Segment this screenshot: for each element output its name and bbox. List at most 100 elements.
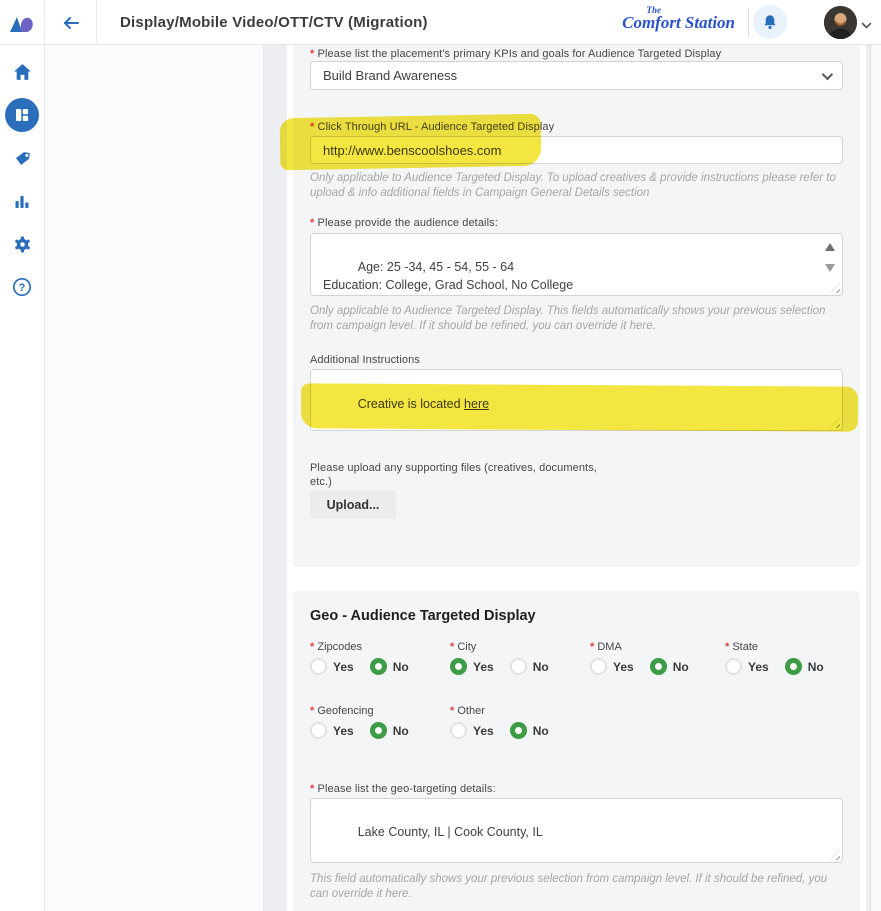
radio-dma-yes[interactable] [590,658,607,675]
audience-label: Please provide the audience details: [310,217,498,229]
geo-group-label: City [450,641,590,653]
scroll-down-icon[interactable] [825,264,835,272]
click-url-label: Click Through URL - Audience Targeted Di… [310,121,554,133]
creative-here-link[interactable]: here [464,397,489,411]
geo-group-label: Other [450,705,590,717]
radio-label-yes: Yes [333,724,354,738]
workspace: Please list the placement's primary KPIs… [264,45,881,911]
radio-zipcodes-yes[interactable] [310,658,327,675]
geo-group-state: State Yes No [725,641,877,675]
creative-located-text: Creative is located [358,397,464,411]
sidebar-item-settings[interactable] [5,227,39,261]
geo-details-helper: This field automatically shows your prev… [310,872,843,901]
sidebar-item-reports[interactable] [5,184,39,218]
svg-text:?: ? [19,282,26,294]
radio-label-no: No [533,724,549,738]
sidebar-item-help[interactable]: ? [5,270,39,304]
app-logo-icon [9,12,35,34]
audience-value: Age: 25 -34, 45 - 54, 55 - 64 Education:… [323,260,573,296]
radio-label-no: No [533,660,549,674]
geo-radio-grid: Zipcodes Yes No City Yes [310,641,877,739]
kpi-label: Please list the placement's primary KPIs… [310,48,721,60]
additional-instructions-label: Additional Instructions [310,354,420,366]
right-edge-panel [870,45,881,911]
kpi-select-value: Build Brand Awareness [323,68,457,83]
geo-details-textarea[interactable]: Lake County, IL | Cook County, IL [310,798,843,863]
upload-label: Please upload any supporting files (crea… [310,462,600,489]
geo-group-dma: DMA Yes No [590,641,725,675]
radio-label-yes: Yes [613,660,634,674]
chevron-down-icon [822,68,833,79]
geo-section-title: Geo - Audience Targeted Display [310,608,536,624]
geo-details-label: Please list the geo-targeting details: [310,783,496,795]
geo-group-other: Other Yes No [450,705,590,739]
page-title: Display/Mobile Video/OTT/CTV (Migration) [120,0,428,45]
app-logo[interactable] [0,0,45,45]
geo-group-geofencing: Geofencing Yes No [310,705,450,739]
icon-sidebar: ? [0,45,45,911]
click-url-value: http://www.benscoolshoes.com [323,143,501,158]
upload-button[interactable]: Upload... [310,490,396,519]
header-bar: Display/Mobile Video/OTT/CTV (Migration)… [0,0,881,45]
radio-label-no: No [393,724,409,738]
radio-label-yes: Yes [473,660,494,674]
notifications-bell-icon [761,13,779,32]
additional-instructions-textarea[interactable]: Creative is located here https://lee.bra… [310,369,843,431]
back-arrow-icon [61,14,80,32]
resize-grip-icon[interactable] [830,850,840,860]
header-divider [748,8,749,37]
radio-label-no: No [808,660,824,674]
radio-label-no: No [673,660,689,674]
sidebar-item-tags[interactable] [5,141,39,175]
geo-group-label: State [725,641,877,653]
radio-other-no[interactable] [510,722,527,739]
radio-geofencing-yes[interactable] [310,722,327,739]
bar-chart-icon [13,193,31,210]
click-url-input[interactable]: http://www.benscoolshoes.com [310,136,843,164]
radio-label-yes: Yes [333,660,354,674]
app-window: Display/Mobile Video/OTT/CTV (Migration)… [0,0,881,911]
radio-zipcodes-no[interactable] [370,658,387,675]
section-geo: Geo - Audience Targeted Display Zipcodes… [293,591,860,911]
geo-group-label: Geofencing [310,705,450,717]
brand-name: Comfort Station [605,14,735,32]
geo-details-value: Lake County, IL | Cook County, IL [358,825,543,839]
click-url-helper: Only applicable to Audience Targeted Dis… [310,171,843,200]
geo-group-label: DMA [590,641,725,653]
radio-label-yes: Yes [473,724,494,738]
user-avatar-image [824,6,857,39]
geo-group-zipcodes: Zipcodes Yes No [310,641,450,675]
radio-geofencing-no[interactable] [370,722,387,739]
notifications-button[interactable] [753,5,787,39]
tag-icon [13,149,32,168]
question-circle-icon: ? [12,277,32,297]
profile-menu-caret[interactable] [861,17,872,35]
sidebar-item-dashboard[interactable] [5,98,39,132]
audience-textarea[interactable]: Age: 25 -34, 45 - 54, 55 - 64 Education:… [310,233,843,296]
scroll-up-icon[interactable] [825,243,835,251]
resize-grip-icon[interactable] [830,418,840,428]
user-avatar[interactable] [824,6,857,39]
geo-group-label: Zipcodes [310,641,450,653]
back-button[interactable] [45,0,97,45]
sidebar-item-home[interactable] [5,55,39,89]
gear-icon [13,235,32,254]
radio-dma-no[interactable] [650,658,667,675]
form-canvas: Please list the placement's primary KPIs… [287,45,866,911]
chevron-down-icon [861,22,872,30]
radio-state-yes[interactable] [725,658,742,675]
kpi-select[interactable]: Build Brand Awareness [310,61,843,90]
home-icon [13,63,32,81]
secondary-panel [45,45,264,911]
geo-group-city: City Yes No [450,641,590,675]
radio-city-yes[interactable] [450,658,467,675]
section-audience-targeted-display: Please list the placement's primary KPIs… [293,45,860,567]
radio-other-yes[interactable] [450,722,467,739]
radio-label-yes: Yes [748,660,769,674]
radio-label-no: No [393,660,409,674]
dashboard-grid-icon [13,106,31,124]
radio-city-no[interactable] [510,658,527,675]
resize-grip-icon[interactable] [830,283,840,293]
brand-logo: The Comfort Station [605,6,735,40]
radio-state-no[interactable] [785,658,802,675]
